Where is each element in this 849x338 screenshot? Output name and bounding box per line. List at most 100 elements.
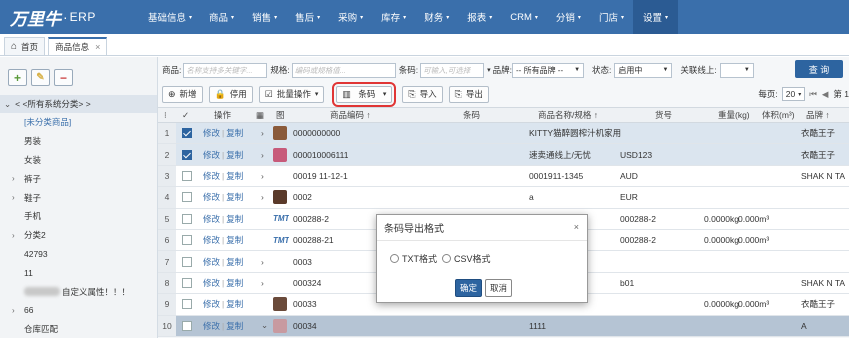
nav-item[interactable]: 财务 ▾ [415, 0, 458, 34]
txt-format-option[interactable]: TXT格式 [390, 252, 437, 265]
close-icon[interactable]: × [574, 222, 579, 232]
txt-format-radio[interactable] [390, 254, 399, 263]
nav-item[interactable]: 销售 ▾ [243, 0, 286, 34]
expand-icon[interactable]: › [261, 273, 264, 293]
row-checkbox[interactable] [182, 320, 192, 331]
edit-link[interactable]: 修改 [203, 191, 220, 203]
import-button[interactable]: ⎘ 导入 [402, 85, 443, 103]
copy-link[interactable]: 复制 [226, 234, 243, 246]
copy-link[interactable]: 复制 [226, 320, 243, 332]
row-checkbox[interactable] [182, 192, 192, 203]
table-row[interactable]: 4 修改 | 复制 › 0002 a EUR [158, 187, 849, 209]
nav-item[interactable]: 设置 ▾ [632, 0, 678, 34]
delete-category-button[interactable]: − [54, 69, 73, 86]
nav-item[interactable]: 分销 ▾ [547, 0, 590, 34]
nav-item[interactable]: 库存 ▾ [372, 0, 415, 34]
barcode-search-input[interactable]: 可输入,可选择 [420, 62, 485, 78]
brand-select[interactable]: -- 所有品牌 -- ▼ [512, 62, 585, 78]
row-checkbox[interactable] [182, 170, 192, 181]
tree-node[interactable]: 手机 [0, 207, 157, 226]
table-row[interactable]: 3 修改 | 复制 › 00019 11-12-1 0001911-1345 AUD SHAK … [158, 165, 849, 188]
row-checkbox[interactable] [182, 299, 192, 310]
nav-item[interactable]: 商品 ▾ [200, 0, 243, 34]
tree-node[interactable]: [未分类商品] [0, 113, 157, 132]
edit-link[interactable]: 修改 [203, 277, 220, 289]
edit-link[interactable]: 修改 [203, 256, 220, 268]
status-select[interactable]: 启用中 ▼ [614, 62, 673, 78]
add-category-button[interactable]: + [8, 69, 27, 86]
header-name[interactable]: 商品名称/规格 ↑ [538, 108, 598, 122]
row-checkbox[interactable] [182, 128, 192, 139]
query-button[interactable]: 查 询 [795, 60, 843, 78]
product-search-input[interactable]: 名称支持多关键字... [183, 62, 268, 78]
edit-category-button[interactable]: ✎ [31, 69, 50, 86]
chevron-right-icon[interactable]: › [12, 193, 15, 202]
barcode-button[interactable]: ▥ 条码 ▾ [332, 81, 397, 107]
first-page-icon[interactable]: ⏮ [809, 89, 817, 100]
csv-format-option[interactable]: CSV格式 [442, 252, 491, 265]
tab-product-info[interactable]: 商品信息 × [48, 37, 108, 55]
tree-root[interactable]: ⌄ < <所有系统分类> > [0, 95, 157, 113]
close-tab-icon[interactable]: × [95, 42, 100, 52]
tree-node[interactable]: 11 [0, 263, 157, 282]
tree-node[interactable]: › 66 [0, 301, 157, 320]
edit-link[interactable]: 修改 [203, 170, 220, 182]
linked-select[interactable]: ▼ [719, 62, 754, 78]
edit-link[interactable]: 修改 [203, 127, 220, 139]
spec-search-input[interactable]: 编码或规格值... [291, 62, 396, 78]
confirm-button[interactable]: 确定 [455, 279, 483, 297]
expand-icon[interactable]: › [261, 123, 264, 143]
chevron-right-icon[interactable]: › [12, 306, 15, 315]
prev-page-icon[interactable]: ◀ [822, 89, 829, 100]
header-brand[interactable]: 品牌 ↑ [806, 108, 830, 122]
tree-node[interactable]: 自定义属性！！！ [0, 282, 157, 301]
expand-icon[interactable]: › [261, 166, 264, 186]
tree-node[interactable]: › 分类2 [0, 226, 157, 245]
add-button[interactable]: ⊕ 新增 [162, 85, 203, 103]
header-barcode[interactable]: 条码 [463, 108, 480, 122]
header-volume[interactable]: 体积(m³) [762, 108, 795, 122]
nav-item[interactable]: 基础信息 ▾ [140, 0, 200, 34]
header-code[interactable]: 商品编码 ↑ [330, 108, 371, 122]
copy-link[interactable]: 复制 [226, 170, 243, 182]
export-button[interactable]: ⎘ 导出 [448, 85, 489, 103]
copy-link[interactable]: 复制 [226, 213, 243, 225]
nav-item[interactable]: CRM ▾ [501, 0, 547, 34]
tree-node[interactable]: 42793 [0, 245, 157, 264]
copy-link[interactable]: 复制 [226, 149, 243, 161]
header-weight[interactable]: 重量(kg) [718, 108, 750, 122]
copy-link[interactable]: 复制 [226, 277, 243, 289]
tree-node[interactable]: › 鞋子 [0, 188, 157, 207]
tree-node[interactable]: › 裤子 [0, 169, 157, 188]
edit-link[interactable]: 修改 [203, 234, 220, 246]
tab-home[interactable]: ⌂ 首页 [4, 37, 46, 55]
table-row[interactable]: 2 修改 | 复制 › 000010006111 速卖通线上/无忧 USD123 衣酷王子 [158, 144, 849, 166]
select-all-checkbox[interactable]: ✓ [182, 108, 189, 122]
copy-link[interactable]: 复制 [226, 191, 243, 203]
disable-button[interactable]: 🔒 停用 [208, 85, 253, 103]
row-checkbox[interactable] [182, 149, 192, 160]
column-menu-icon[interactable]: ⁝ [164, 108, 167, 122]
cancel-button[interactable]: 取消 [485, 279, 513, 297]
tree-node[interactable]: 女装 [0, 151, 157, 170]
expand-icon[interactable]: ⌄ [261, 316, 268, 336]
copy-link[interactable]: 复制 [226, 256, 243, 268]
nav-item[interactable]: 报表 ▾ [458, 0, 501, 34]
edit-link[interactable]: 修改 [203, 213, 220, 225]
chevron-right-icon[interactable]: › [12, 174, 15, 183]
csv-format-radio[interactable] [442, 254, 451, 263]
copy-link[interactable]: 复制 [226, 298, 243, 310]
expand-icon[interactable]: › [261, 251, 264, 271]
row-checkbox[interactable] [182, 277, 192, 288]
batch-button[interactable]: ☑ 批量操作 ▾ [258, 85, 325, 103]
nav-item[interactable]: 门店 ▾ [590, 0, 633, 34]
expand-icon[interactable]: › [261, 187, 264, 207]
header-sku[interactable]: 货号 [655, 108, 672, 122]
edit-link[interactable]: 修改 [203, 298, 220, 310]
nav-item[interactable]: 售后 ▾ [286, 0, 329, 34]
barcode-dropdown-icon[interactable]: ▾ [487, 66, 491, 74]
row-checkbox[interactable] [182, 235, 192, 246]
expand-icon[interactable]: › [261, 144, 264, 164]
chevron-right-icon[interactable]: › [12, 231, 15, 240]
row-checkbox[interactable] [182, 256, 192, 267]
